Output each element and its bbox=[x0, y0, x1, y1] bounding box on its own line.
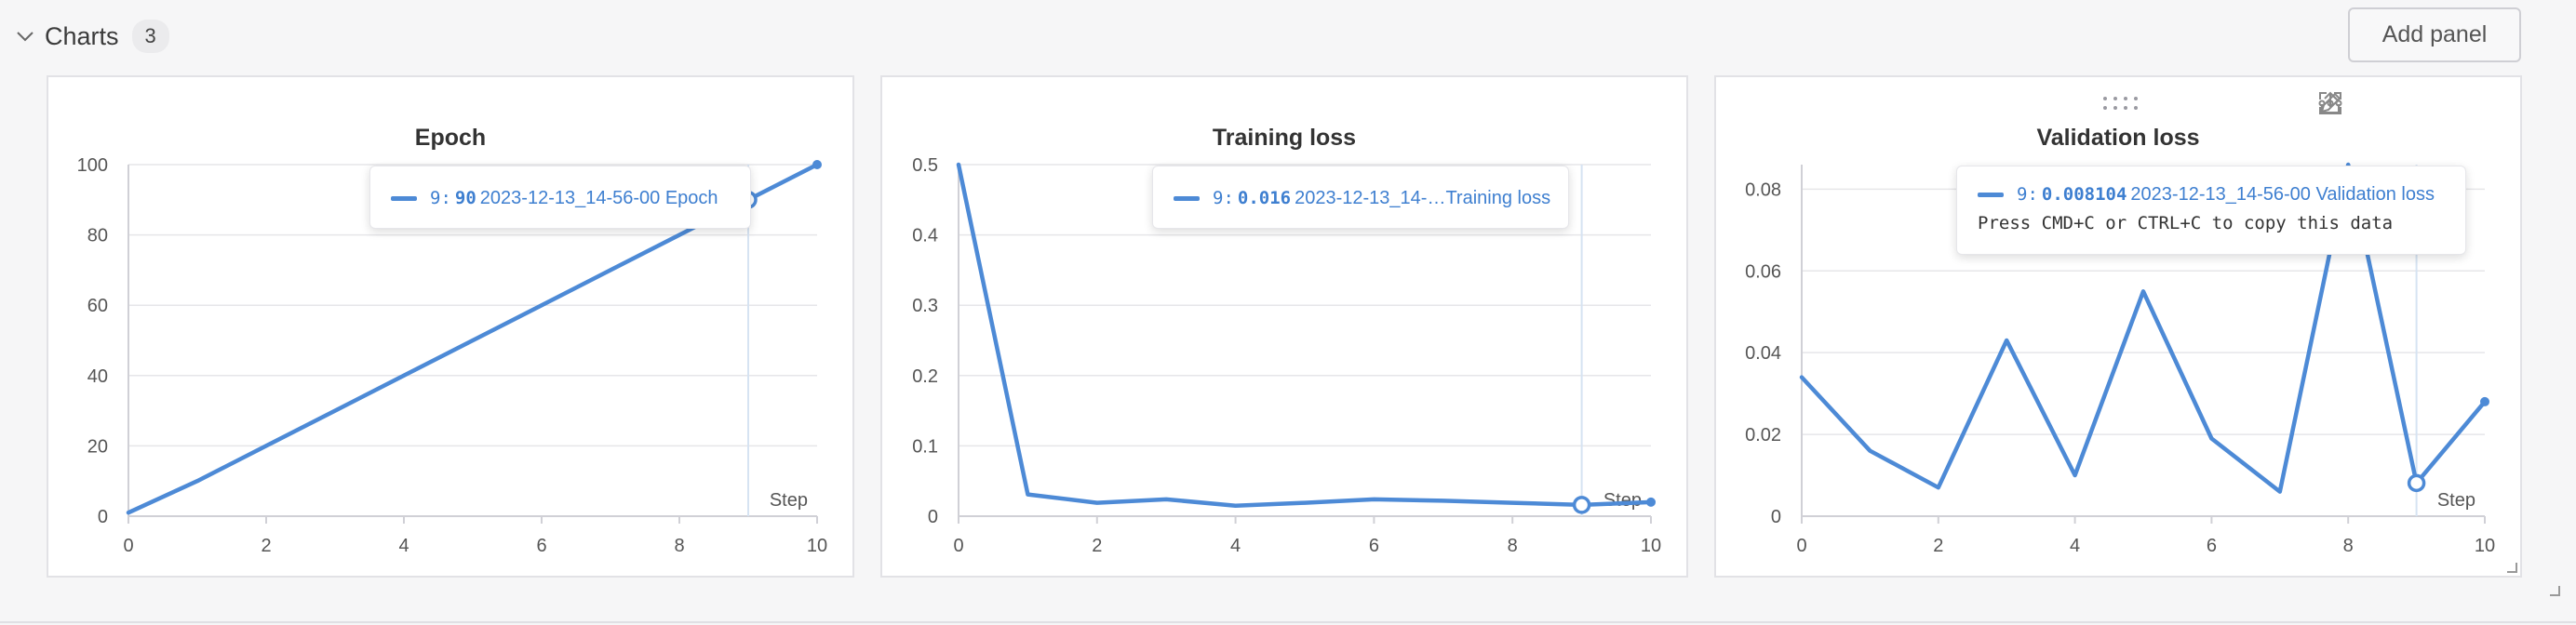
x-tick-label: 0 bbox=[123, 536, 133, 556]
series-end-point bbox=[1646, 497, 1656, 507]
x-tick-label: 6 bbox=[1369, 536, 1379, 556]
y-tick-label: 40 bbox=[87, 366, 108, 387]
chevron-down-icon[interactable] bbox=[13, 24, 37, 48]
drag-handle-icon[interactable] bbox=[2101, 94, 2142, 113]
hover-point bbox=[2407, 473, 2426, 493]
resize-icon[interactable] bbox=[2503, 559, 2518, 574]
y-tick-label: 0.2 bbox=[912, 366, 938, 387]
tooltip-step: 9 bbox=[2017, 184, 2028, 205]
y-tick-label: 0.5 bbox=[912, 155, 938, 176]
y-tick-label: 0.1 bbox=[912, 436, 938, 457]
tooltip-value: 0.016 bbox=[1237, 188, 1292, 208]
training-loss-chart[interactable]: Training loss 0 0.1 0.2 0.3 0.4 0.5 0 2 4 6 8 10 Step bbox=[882, 77, 1686, 576]
x-tick-label: 2 bbox=[261, 536, 271, 556]
more-icon[interactable] bbox=[2318, 88, 2507, 118]
x-tick-label: 0 bbox=[953, 536, 963, 556]
resize-icon[interactable] bbox=[2546, 582, 2561, 597]
y-tick-label: 0.08 bbox=[1745, 180, 1781, 200]
x-tick-label: 4 bbox=[2070, 536, 2080, 556]
chart-title: Training loss bbox=[1213, 125, 1356, 151]
y-tick-label: 0.04 bbox=[1745, 343, 1781, 364]
chart-panel-epoch[interactable]: Epoch 0 20 40 60 80 100 0 2 4 6 8 10 Step 9: 90 2023-… bbox=[47, 75, 854, 578]
x-tick-label: 2 bbox=[1092, 536, 1102, 556]
x-tick-label: 6 bbox=[2207, 536, 2217, 556]
add-panel-button[interactable]: Add panel bbox=[2348, 7, 2521, 62]
x-axis-label: Step bbox=[770, 490, 808, 511]
x-tick-label: 10 bbox=[2475, 536, 2495, 556]
chart-tooltip: 9: 0.008104 2023-12-13_14-56-00 Validati… bbox=[1956, 166, 2466, 255]
chart-tooltip: 9: 90 2023-12-13_14-56-00 Epoch bbox=[369, 166, 751, 229]
chart-panel-training-loss[interactable]: Training loss 0 0.1 0.2 0.3 0.4 0.5 0 2 4 6 8 10 Step… bbox=[880, 75, 1688, 578]
divider bbox=[0, 621, 2576, 623]
y-tick-label: 0 bbox=[928, 507, 938, 527]
y-tick-label: 80 bbox=[87, 226, 108, 246]
y-tick-label: 0.4 bbox=[912, 226, 938, 246]
chart-panel-validation-loss[interactable]: Validation loss 0 0.02 0.04 0.06 0.08 0 2 4 6 8 10 S… bbox=[1714, 75, 2522, 578]
chart-tooltip: 9: 0.016 2023-12-13_14-…Training loss bbox=[1152, 166, 1569, 229]
x-axis-label: Step bbox=[1603, 490, 1642, 511]
y-tick-label: 100 bbox=[77, 155, 108, 176]
panel-actions bbox=[2315, 88, 2507, 118]
x-tick-label: 8 bbox=[674, 536, 684, 556]
series-end-point bbox=[812, 160, 822, 169]
x-tick-label: 8 bbox=[2343, 536, 2354, 556]
y-tick-label: 0.06 bbox=[1745, 261, 1781, 282]
tooltip-series: 2023-12-13_14-…Training loss bbox=[1295, 187, 1551, 208]
x-tick-label: 8 bbox=[1508, 536, 1518, 556]
x-tick-label: 10 bbox=[807, 536, 827, 556]
x-tick-label: 10 bbox=[1641, 536, 1661, 556]
y-tick-label: 0.3 bbox=[912, 296, 938, 316]
chart-title: Validation loss bbox=[2036, 125, 2199, 151]
tooltip-step: 9 bbox=[1213, 188, 1224, 208]
y-tick-label: 60 bbox=[87, 296, 108, 316]
panel-count-badge: 3 bbox=[131, 20, 169, 53]
x-axis-label: Step bbox=[2437, 490, 2475, 511]
epoch-chart[interactable]: Epoch 0 20 40 60 80 100 0 2 4 6 8 10 Step bbox=[48, 77, 852, 576]
y-tick-label: 20 bbox=[87, 436, 108, 457]
tooltip-series: 2023-12-13_14-56-00 Validation loss bbox=[2130, 183, 2435, 205]
x-tick-label: 0 bbox=[1796, 536, 1806, 556]
y-tick-label: 0.02 bbox=[1745, 425, 1781, 445]
x-tick-label: 2 bbox=[1933, 536, 1943, 556]
section-title: Charts bbox=[45, 21, 119, 50]
series-swatch bbox=[391, 195, 417, 201]
tooltip-step: 9 bbox=[430, 188, 441, 208]
tooltip-value: 0.008104 bbox=[2041, 184, 2127, 205]
chart-title: Epoch bbox=[415, 125, 486, 151]
y-tick-label: 0 bbox=[1771, 507, 1781, 527]
edit-icon[interactable] bbox=[2320, 88, 2399, 118]
x-tick-label: 4 bbox=[398, 536, 409, 556]
series-swatch bbox=[1978, 192, 2004, 197]
tooltip-value: 90 bbox=[454, 188, 476, 208]
section-header[interactable]: Charts 3 bbox=[13, 17, 169, 56]
series-swatch bbox=[1174, 195, 1200, 201]
x-tick-label: 6 bbox=[536, 536, 546, 556]
hover-point bbox=[1572, 496, 1591, 514]
tooltip-copy-hint: Press CMD+C or CTRL+C to copy this data bbox=[1978, 213, 2394, 233]
y-tick-label: 0 bbox=[98, 507, 108, 527]
x-tick-label: 4 bbox=[1230, 536, 1241, 556]
fullscreen-icon[interactable] bbox=[2319, 88, 2453, 118]
series-end-point bbox=[2480, 396, 2489, 406]
tooltip-series: 2023-12-13_14-56-00 Epoch bbox=[479, 187, 718, 208]
validation-loss-chart[interactable]: Validation loss 0 0.02 0.04 0.06 0.08 0 2 4 6 8 10 S… bbox=[1716, 77, 2520, 576]
